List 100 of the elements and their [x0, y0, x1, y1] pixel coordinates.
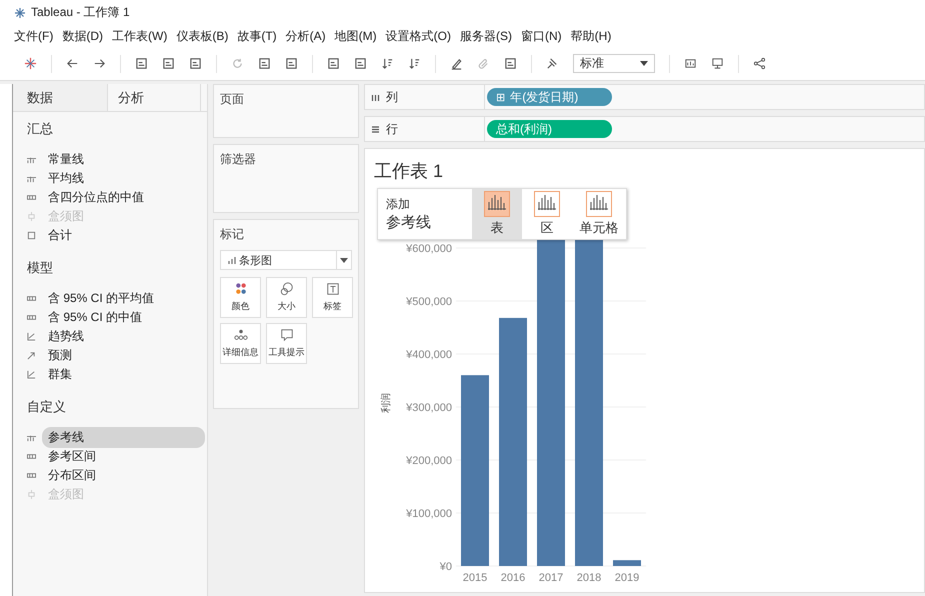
sortdesc-icon[interactable] — [408, 57, 421, 70]
section-heading: 汇总 — [27, 120, 54, 138]
analytics-item[interactable]: 合计 — [42, 225, 205, 246]
marks-button[interactable]: 详细信息 — [220, 323, 261, 364]
back-icon[interactable] — [66, 57, 79, 70]
analytics-item[interactable]: 预测 — [42, 345, 205, 366]
card-title: 筛选器 — [220, 152, 256, 166]
analytics-item[interactable]: 常量线 — [42, 149, 205, 170]
analytics-item[interactable]: 分布区间 — [42, 465, 205, 486]
forward-icon[interactable] — [93, 57, 106, 70]
fit-dropdown[interactable]: 标准 — [573, 54, 655, 73]
menu-item[interactable]: 仪表板(B) — [176, 28, 234, 44]
analytics-item[interactable]: 含四分位点的中值 — [42, 187, 205, 208]
trend-icon — [27, 332, 36, 341]
y-tick-label: ¥500,000 — [406, 296, 452, 308]
mark-type-dropdown[interactable]: 条形图 — [220, 250, 352, 270]
x-tick-label: 2015 — [462, 572, 488, 584]
caret-icon — [340, 258, 348, 262]
menu-item[interactable]: 地图(M) — [334, 28, 383, 44]
detail-icon — [234, 328, 248, 342]
section-heading: 模型 — [27, 259, 54, 277]
pen-icon[interactable] — [450, 57, 463, 70]
pane-tab[interactable]: 数据 — [13, 84, 107, 111]
analytics-item[interactable]: 含 95% CI 的中值 — [42, 307, 205, 328]
y-axis-title: 利润 — [381, 393, 392, 413]
menu-item[interactable]: 数据(D) — [62, 28, 109, 44]
pane-tab[interactable]: 分析 — [107, 84, 201, 111]
x-tick-label: 2016 — [500, 572, 526, 584]
marks-button[interactable]: 大小 — [266, 277, 307, 318]
sortasc-icon[interactable] — [381, 57, 394, 70]
menu-item[interactable]: 文件(F) — [14, 28, 60, 44]
columns-icon — [371, 92, 380, 102]
band-icon — [27, 294, 36, 303]
y-tick-label: ¥0 — [440, 561, 452, 573]
clip-icon[interactable] — [477, 57, 490, 70]
scope-option[interactable]: 表 — [472, 189, 522, 239]
scope-option[interactable]: 单元格 — [572, 189, 626, 239]
total-icon — [27, 231, 36, 240]
caret-icon — [640, 61, 648, 66]
tableau-logo-icon[interactable] — [24, 57, 37, 70]
menu-item[interactable]: 窗口(N) — [520, 28, 568, 44]
section-heading: 自定义 — [27, 398, 67, 416]
tooltip-icon — [280, 328, 294, 342]
y-tick-label: ¥600,000 — [406, 242, 452, 255]
share-icon[interactable] — [753, 57, 766, 70]
menu-item[interactable]: 帮助(H) — [570, 28, 618, 44]
popup-title: 参考线 — [386, 213, 432, 232]
analytics-item[interactable]: 参考区间 — [42, 446, 205, 467]
box-plot-icon — [27, 212, 36, 221]
show-me-icon[interactable] — [684, 57, 697, 70]
menu-item[interactable]: 服务器(S) — [460, 28, 518, 44]
color-icon — [234, 282, 248, 296]
size-icon — [280, 282, 294, 296]
y-tick-label: ¥300,000 — [406, 402, 452, 414]
scope-option[interactable]: 区 — [522, 189, 572, 239]
bar-chart-icon — [586, 191, 612, 217]
card-title: 标记 — [220, 226, 245, 243]
band-icon — [27, 193, 36, 202]
band-icon — [27, 313, 36, 322]
marks-button[interactable]: 颜色 — [220, 277, 261, 318]
bar-chart-icon — [534, 191, 560, 217]
analytics-item[interactable]: 趋势线 — [42, 326, 205, 347]
bar-chart-icon — [484, 191, 510, 217]
marks-button[interactable]: 工具提示 — [266, 323, 307, 364]
y-tick-label: ¥100,000 — [406, 508, 452, 520]
card-title: 页面 — [220, 92, 244, 106]
label-icon — [326, 282, 340, 296]
reference-line-icon — [27, 155, 36, 164]
analytics-item[interactable]: 参考线 — [42, 427, 205, 448]
x-tick-label: 2019 — [614, 572, 640, 584]
trend-icon — [27, 370, 36, 379]
menu-item[interactable]: 故事(T) — [237, 28, 283, 44]
band-icon — [27, 471, 36, 480]
shelf-label: 列 — [386, 88, 398, 106]
rows-icon — [371, 124, 380, 134]
analytics-item[interactable]: 含 95% CI 的平均值 — [42, 288, 205, 309]
menu-item[interactable]: 分析(A) — [286, 28, 332, 44]
sheet-title: 工作表 1 — [373, 160, 444, 183]
forecast-icon — [27, 351, 36, 360]
bar-chart-icon — [228, 256, 236, 264]
marks-button[interactable]: 标签 — [312, 277, 353, 318]
tableau-logo-icon — [14, 6, 26, 18]
y-tick-label: ¥200,000 — [406, 454, 452, 467]
x-tick-label: 2018 — [576, 572, 602, 584]
box-plot-icon — [27, 490, 36, 499]
shelf-label: 行 — [386, 120, 398, 138]
menu-item[interactable]: 工作表(W) — [112, 28, 174, 44]
window-title: Tableau - 工作簿 1 — [31, 4, 130, 21]
x-tick-label: 2017 — [538, 572, 564, 584]
pin-icon[interactable] — [546, 57, 559, 70]
y-tick-label: ¥400,000 — [406, 348, 452, 361]
band-icon — [27, 452, 36, 461]
menu-item[interactable]: 设置格式(O) — [386, 28, 457, 44]
reference-line-icon — [27, 174, 36, 183]
bar — [613, 560, 641, 566]
reference-line-icon — [27, 433, 36, 442]
analytics-item[interactable]: 平均线 — [42, 168, 205, 189]
analytics-item[interactable]: 群集 — [42, 364, 205, 385]
presentation-icon[interactable] — [711, 57, 724, 70]
popup-caption: 添加 — [386, 196, 411, 213]
